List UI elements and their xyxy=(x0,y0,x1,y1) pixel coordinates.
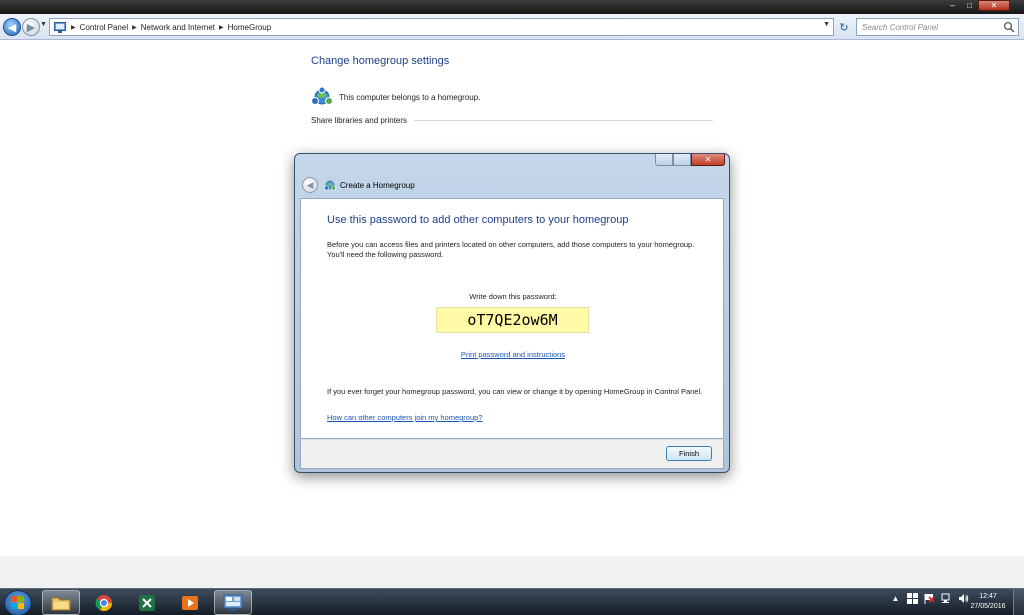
dialog-maximize-button[interactable] xyxy=(673,154,691,166)
dialog-intro-text: Before you can access files and printers… xyxy=(327,240,695,259)
chevron-down-icon[interactable]: ▼ xyxy=(823,21,830,28)
recent-pages-dropdown[interactable]: ▼ xyxy=(40,21,47,28)
dialog-heading: Use this password to add other computers… xyxy=(327,214,629,226)
action-center-icon[interactable] xyxy=(907,593,918,604)
forward-button[interactable]: ▶ xyxy=(22,18,40,36)
homegroup-status-text: This computer belongs to a homegroup. xyxy=(339,93,481,102)
arrow-left-icon: ◀ xyxy=(306,179,314,190)
taskbar-file-explorer[interactable] xyxy=(42,590,80,615)
breadcrumb-homegroup[interactable]: HomeGroup xyxy=(228,23,272,32)
address-bar[interactable]: ▶ Control Panel ▶ Network and Internet ▶… xyxy=(49,18,834,36)
breadcrumb-control-panel[interactable]: Control Panel xyxy=(80,23,128,32)
breadcrumb-separator[interactable]: ▶ xyxy=(128,24,141,31)
control-panel-icon xyxy=(223,594,243,611)
password-label: Write down this password: xyxy=(469,292,557,301)
breadcrumb-separator: ▶ xyxy=(71,24,76,31)
chrome-icon xyxy=(95,594,113,611)
dialog-title: Create a Homegroup xyxy=(340,181,415,190)
page-title: Change homegroup settings xyxy=(311,55,450,67)
taskbar-control-panel[interactable] xyxy=(214,590,252,615)
content-footer-strip xyxy=(0,556,1024,588)
breadcrumb-separator[interactable]: ▶ xyxy=(215,24,228,31)
print-password-link-text[interactable]: Print password and instructions xyxy=(461,350,565,359)
minimize-button[interactable]: – xyxy=(944,0,961,11)
window-titlebar: – □ ✕ xyxy=(0,0,1024,14)
start-button[interactable] xyxy=(4,590,32,615)
taskbar-clock[interactable]: 12:47 27/05/2016 xyxy=(966,592,1010,612)
media-player-icon xyxy=(182,595,198,610)
network-icon[interactable] xyxy=(941,593,952,604)
refresh-button[interactable]: ↻ xyxy=(836,19,852,35)
homegroup-icon xyxy=(311,87,333,105)
taskbar-chrome[interactable] xyxy=(85,590,123,615)
show-desktop-button[interactable] xyxy=(1013,589,1024,615)
taskbar-media-player[interactable] xyxy=(171,590,209,615)
print-password-link[interactable]: Print password and instructions xyxy=(301,350,725,359)
password-display: oT7QE2ow6M xyxy=(436,307,589,333)
search-input[interactable]: Search Control Panel xyxy=(856,18,1019,36)
clock-time: 12:47 xyxy=(979,593,997,600)
taskbar: ▲ 12:47 27/05/2016 xyxy=(0,588,1024,615)
arrow-left-icon: ◀ xyxy=(7,21,17,34)
clock-date: 27/05/2016 xyxy=(970,603,1006,610)
close-icon: ✕ xyxy=(704,155,712,164)
refresh-icon: ↻ xyxy=(839,21,849,34)
dialog-minimize-button[interactable] xyxy=(655,154,673,166)
back-button[interactable]: ◀ xyxy=(3,18,21,36)
windows-logo-icon xyxy=(11,596,24,609)
finish-button[interactable]: Finish xyxy=(666,446,712,461)
section-divider xyxy=(414,120,713,121)
control-panel-icon xyxy=(53,21,67,33)
maximize-button[interactable]: □ xyxy=(961,0,978,11)
forget-password-text: If you ever forget your homegroup passwo… xyxy=(327,387,703,396)
search-placeholder: Search Control Panel xyxy=(862,22,939,32)
password-value: oT7QE2ow6M xyxy=(467,311,558,329)
dialog-back-button[interactable]: ◀ xyxy=(302,177,318,193)
taskbar-excel[interactable] xyxy=(128,590,166,615)
homegroup-icon xyxy=(324,180,336,191)
excel-icon xyxy=(139,594,155,611)
join-homegroup-help-link[interactable]: How can other computers join my homegrou… xyxy=(327,413,483,422)
arrow-right-icon: ▶ xyxy=(26,21,36,34)
share-section-heading: Share libraries and printers xyxy=(311,116,408,125)
close-button[interactable]: ✕ xyxy=(978,0,1010,11)
navigation-bar: ◀ ▶ ▼ ▶ Control Panel ▶ Network and Inte… xyxy=(0,14,1024,40)
dialog-close-button[interactable]: ✕ xyxy=(691,154,725,166)
create-homegroup-dialog: ✕ ◀ Create a Homegroup Use this password… xyxy=(294,153,730,473)
dialog-footer: Finish xyxy=(300,439,724,469)
folder-icon xyxy=(51,597,71,610)
dialog-body: Use this password to add other computers… xyxy=(300,198,724,439)
security-flag-icon[interactable] xyxy=(924,593,935,604)
system-tray: ▲ xyxy=(890,593,969,604)
breadcrumb-network-and-internet[interactable]: Network and Internet xyxy=(141,23,215,32)
search-icon xyxy=(1003,21,1015,33)
show-hidden-icons-button[interactable]: ▲ xyxy=(890,593,901,604)
